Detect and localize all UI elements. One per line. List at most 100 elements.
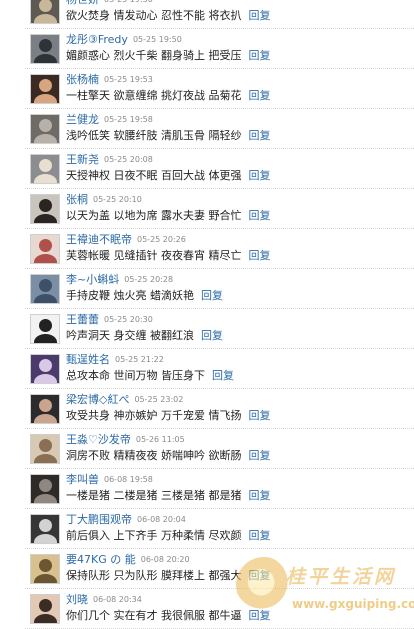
user-avatar-icon[interactable] — [30, 594, 60, 624]
username-link[interactable]: 王淼♡沙发帝 — [66, 433, 131, 446]
reply-link[interactable]: 回复 — [249, 209, 271, 222]
username-link[interactable]: 王蕾蕾 — [66, 313, 99, 326]
comment-content: 前后俱入 上下齐手 万种柔情 尽欢颜 回复 — [66, 529, 271, 543]
comment-meta: 王蕾蕾 05-25 20:30 — [66, 313, 153, 327]
reply-link[interactable]: 回复 — [249, 129, 271, 142]
user-avatar-icon[interactable] — [30, 154, 60, 184]
comment-row: 张桐 05-25 20:10 以天为盖 以地为席 露水夫妻 野合忙 回复 — [25, 189, 414, 229]
user-avatar-icon[interactable] — [30, 354, 60, 384]
comment-text: 媚颜惑心 烈火千柴 翻身骑上 把受压 — [66, 49, 242, 62]
username-link[interactable]: 李~小蝌蚪 — [66, 273, 119, 286]
watermark-logo-icon — [236, 557, 292, 613]
comment-text: 你们几个 实在有才 我很佩服 都牛逼 — [66, 609, 242, 622]
comment-row: 甄逞姓名 05-25 21:22 总攻本命 世间万物 皆压身下 回复 — [25, 349, 414, 389]
comment-list: 杨世娇05-25 19:50欲火焚身 情发动心 忍性不能 将衣扒回复龙彤③Fre… — [25, 0, 414, 629]
username-link[interactable]: 王新尧 — [66, 153, 99, 166]
reply-link[interactable]: 回复 — [249, 449, 271, 462]
username-link[interactable]: 梁宏博◇紅ぺ — [66, 393, 129, 406]
reply-link[interactable]: 回复 — [201, 289, 223, 302]
comment-timestamp: 06-08 19:58 — [104, 475, 153, 484]
comment-timestamp: 05-25 20:08 — [104, 155, 153, 164]
username-link[interactable]: 兰健龙 — [66, 113, 99, 126]
comment-timestamp: 05-25 19:50 — [132, 35, 182, 44]
comment-meta: 王淼♡沙发帝 05-26 11:05 — [66, 433, 185, 447]
username-link[interactable]: 龙彤③Fredy — [66, 33, 128, 46]
user-avatar-icon[interactable] — [30, 74, 60, 104]
username-link[interactable]: 要47KG の 能 — [66, 553, 136, 566]
username-link[interactable]: 张杨楠 — [66, 73, 99, 86]
comment-timestamp: 05-25 20:30 — [104, 315, 153, 324]
user-avatar-icon[interactable] — [30, 34, 60, 64]
comment-timestamp: 06-08 20:04 — [137, 515, 186, 524]
comment-timestamp: 05-25 20:26 — [137, 235, 186, 244]
username-link[interactable]: 丁大鹏围观帝 — [66, 513, 132, 526]
comment-meta: 梁宏博◇紅ぺ 05-25 23:02 — [66, 393, 183, 407]
reply-link[interactable]: 回复 — [249, 249, 271, 262]
comment-text: 吟声洞天 身交缠 被翻红浪 — [66, 329, 194, 342]
user-avatar-icon[interactable] — [30, 234, 60, 264]
user-avatar-icon[interactable] — [30, 0, 60, 24]
user-avatar-icon[interactable] — [30, 394, 60, 424]
comment-row: 王禕迪不眠帝 05-25 20:26 芙蓉帐暖 见缝插针 夜夜春宵 精尽亡 回复 — [25, 229, 414, 269]
comment-meta: 张桐 05-25 20:10 — [66, 193, 142, 207]
comment-meta: 刘晓 06-08 20:34 — [66, 593, 142, 607]
comment-timestamp: 05-26 11:05 — [135, 435, 185, 444]
comment-row: 张杨楠 05-25 19:53 一柱擎天 欲意缠绵 挑灯夜战 品菊花 回复 — [25, 69, 414, 109]
comment-row: 杨世娇 05-25 19:50 欲火焚身 情发动心 忍性不能 将衣扒回复 — [25, 0, 414, 29]
user-avatar-icon[interactable] — [30, 514, 60, 544]
comment-row: 王淼♡沙发帝 05-26 11:05 洞房不败 精精夜夜 娇喘呻吟 欲断肠 回复 — [25, 429, 414, 469]
username-link[interactable]: 杨世娇 — [66, 0, 99, 6]
comment-meta: 甄逞姓名 05-25 21:22 — [66, 353, 164, 367]
comment-meta: 李叫兽 06-08 19:58 — [66, 473, 153, 487]
reply-link[interactable]: 回复 — [249, 529, 271, 542]
username-link[interactable]: 甄逞姓名 — [66, 353, 110, 366]
user-avatar-icon[interactable] — [30, 274, 60, 304]
comment-content: 芙蓉帐暖 见缝插针 夜夜春宵 精尽亡 回复 — [66, 249, 271, 263]
username-link[interactable]: 王禕迪不眠帝 — [66, 233, 132, 246]
comment-row: 李~小蝌蚪 05-25 20:28 手持皮鞭 烛火亮 蜡滴妖艳 回复 — [25, 269, 414, 309]
reply-link[interactable]: 回复 — [249, 409, 271, 422]
comment-row: 李叫兽 06-08 19:58 一楼是猪 二楼是猪 三楼是猪 都是猪 回复 — [25, 469, 414, 509]
comment-text: 欲火焚身 情发动心 忍性不能 将衣扒 — [66, 9, 242, 22]
comment-content: 吟声洞天 身交缠 被翻红浪 回复 — [66, 329, 223, 343]
comment-content: 浅吟低笑 软腰纤肢 清肌玉骨 隔轻纱 回复 — [66, 129, 271, 143]
comment-content: 攻受共身 神亦嫉妒 万千宠爱 情飞扬 回复 — [66, 409, 271, 423]
comment-timestamp: 05-25 20:10 — [93, 195, 142, 204]
user-avatar-icon[interactable] — [30, 114, 60, 144]
reply-link[interactable]: 回复 — [249, 89, 271, 102]
comment-text: 天授神权 日夜不眠 百回大战 体更强 — [66, 169, 242, 182]
user-avatar-icon[interactable] — [30, 434, 60, 464]
user-avatar-icon[interactable] — [30, 194, 60, 224]
comment-meta: 龙彤③Fredy 05-25 19:50 — [66, 33, 182, 47]
comment-timestamp: 06-08 20:34 — [93, 595, 142, 604]
reply-link[interactable]: 回复 — [249, 169, 271, 182]
comment-content: 媚颜惑心 烈火千柴 翻身骑上 把受压 回复 — [66, 49, 271, 63]
username-link[interactable]: 张桐 — [66, 193, 88, 206]
reply-link[interactable]: 回复 — [249, 9, 271, 22]
user-avatar-icon[interactable] — [30, 474, 60, 504]
comment-timestamp: 05-25 20:28 — [124, 275, 174, 284]
comment-meta: 王新尧 05-25 20:08 — [66, 153, 153, 167]
comment-text: 攻受共身 神亦嫉妒 万千宠爱 情飞扬 — [66, 409, 242, 422]
username-link[interactable]: 刘晓 — [66, 593, 88, 606]
comment-timestamp: 05-25 19:58 — [104, 115, 153, 124]
comment-timestamp: 06-08 20:20 — [140, 555, 190, 564]
comment-text: 浅吟低笑 软腰纤肢 清肌玉骨 隔轻纱 — [66, 129, 242, 142]
reply-link[interactable]: 回复 — [249, 489, 271, 502]
user-avatar-icon[interactable] — [30, 314, 60, 344]
comment-meta: 兰健龙 05-25 19:58 — [66, 113, 153, 127]
user-avatar-icon[interactable] — [30, 554, 60, 584]
reply-link[interactable]: 回复 — [249, 49, 271, 62]
username-link[interactable]: 李叫兽 — [66, 473, 99, 486]
comment-meta: 李~小蝌蚪 05-25 20:28 — [66, 273, 173, 287]
reply-link[interactable]: 回复 — [201, 329, 223, 342]
comment-meta: 杨世娇 05-25 19:50 — [66, 0, 153, 7]
comment-meta: 王禕迪不眠帝 05-25 20:26 — [66, 233, 186, 247]
comment-content: 一柱擎天 欲意缠绵 挑灯夜战 品菊花 回复 — [66, 89, 271, 103]
left-rail — [0, 0, 25, 621]
comment-timestamp: 05-25 19:53 — [104, 75, 153, 84]
comment-meta: 张杨楠 05-25 19:53 — [66, 73, 153, 87]
comment-meta: 丁大鹏围观帝 06-08 20:04 — [66, 513, 186, 527]
comment-text: 芙蓉帐暖 见缝插针 夜夜春宵 精尽亡 — [66, 249, 242, 262]
reply-link[interactable]: 回复 — [212, 369, 234, 382]
